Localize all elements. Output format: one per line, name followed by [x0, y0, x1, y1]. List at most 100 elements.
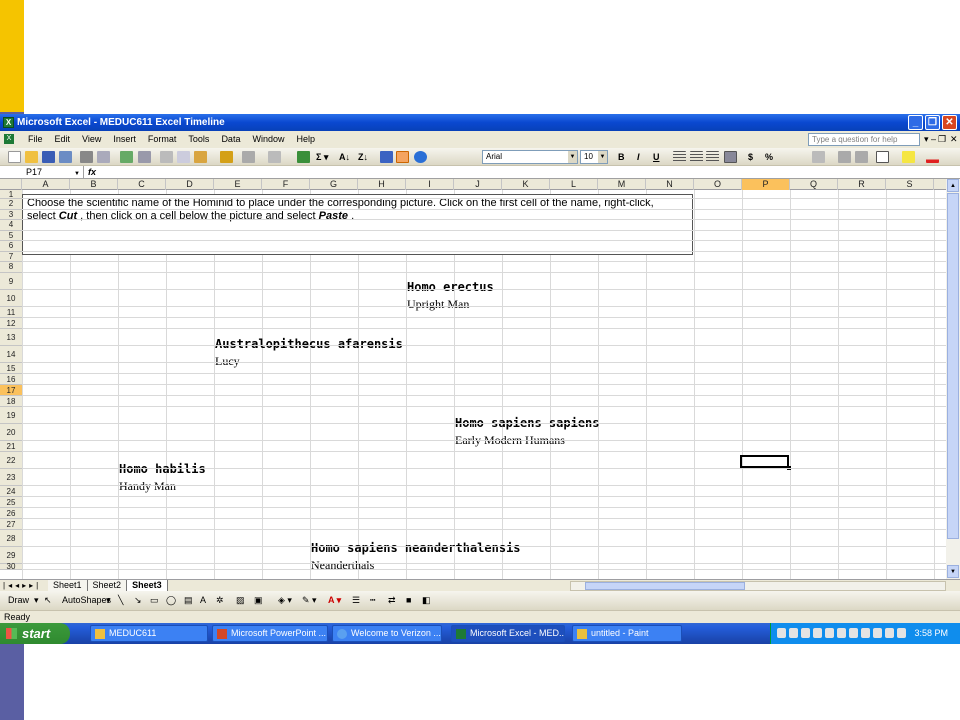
row-header-2[interactable]: 2: [0, 199, 22, 210]
scroll-down-icon[interactable]: ▼: [947, 565, 959, 578]
redo-icon[interactable]: [268, 151, 281, 163]
menu-data[interactable]: Data: [215, 131, 246, 148]
row-header-29[interactable]: 29: [0, 547, 22, 564]
menu-tools[interactable]: Tools: [182, 131, 215, 148]
menu-insert[interactable]: Insert: [107, 131, 142, 148]
task-powerpoint[interactable]: Microsoft PowerPoint ...: [212, 625, 328, 642]
print-preview-icon[interactable]: [97, 151, 110, 163]
column-header-r[interactable]: R: [838, 179, 886, 190]
column-header-j[interactable]: J: [454, 179, 502, 190]
column-header-m[interactable]: M: [598, 179, 646, 190]
restore-button[interactable]: ❐: [925, 115, 940, 130]
task-paint[interactable]: untitled - Paint: [572, 625, 682, 642]
task-browser[interactable]: Welcome to Verizon ...: [332, 625, 442, 642]
tab-sheet1[interactable]: Sheet1: [48, 580, 88, 591]
row-header-4[interactable]: 4: [0, 220, 22, 231]
hominid-name-neanderthalensis[interactable]: Homo sapiens neanderthalensis: [311, 541, 521, 555]
vertical-scroll-thumb[interactable]: [947, 193, 959, 539]
autosum-icon[interactable]: Σ ▾: [316, 150, 328, 164]
horizontal-scrollbar[interactable]: [570, 581, 946, 591]
row-header-22[interactable]: 22: [0, 452, 22, 469]
align-right-icon[interactable]: [706, 151, 719, 163]
task-excel[interactable]: Microsoft Excel - MED...: [451, 625, 565, 642]
diagram-icon[interactable]: ✲: [216, 591, 224, 610]
drawing-toggle-icon[interactable]: [396, 151, 409, 163]
row-header-21[interactable]: 21: [0, 441, 22, 452]
row-header-12[interactable]: 12: [0, 318, 22, 329]
autoshapes-menu[interactable]: AutoShapes: [62, 591, 111, 610]
textbox-icon[interactable]: ▤: [184, 591, 193, 610]
fill-color-icon[interactable]: [902, 151, 915, 163]
copy-icon[interactable]: [177, 151, 190, 163]
print-icon[interactable]: [80, 151, 93, 163]
column-header-i[interactable]: I: [406, 179, 454, 190]
dash-style-icon[interactable]: ┅: [370, 591, 375, 610]
column-header-f[interactable]: F: [262, 179, 310, 190]
column-header-q[interactable]: Q: [790, 179, 838, 190]
column-header-h[interactable]: H: [358, 179, 406, 190]
column-header-o[interactable]: O: [694, 179, 742, 190]
sort-ascending-icon[interactable]: A↓: [339, 150, 350, 164]
name-box[interactable]: P17 ▼: [0, 166, 84, 179]
decrease-indent-icon[interactable]: [838, 151, 851, 163]
spelling-icon[interactable]: [120, 151, 133, 163]
start-button[interactable]: start: [0, 623, 70, 644]
line-color-icon[interactable]: ✎ ▾: [302, 591, 317, 610]
chart-wizard-icon[interactable]: [380, 151, 393, 163]
column-header-s[interactable]: S: [886, 179, 934, 190]
undo-icon[interactable]: [242, 151, 255, 163]
row-header-8[interactable]: 8: [0, 262, 22, 273]
open-icon[interactable]: [25, 151, 38, 163]
borders-icon[interactable]: [876, 151, 889, 163]
tab-sheet3[interactable]: Sheet3: [127, 580, 168, 591]
italic-button[interactable]: I: [637, 150, 640, 164]
active-cell[interactable]: [740, 455, 791, 470]
hominid-name-habilis[interactable]: Homo habilis: [119, 462, 206, 476]
rectangle-icon[interactable]: ▭: [150, 591, 159, 610]
font-color-icon[interactable]: [926, 151, 939, 163]
row-header-14[interactable]: 14: [0, 346, 22, 363]
row-header-25[interactable]: 25: [0, 497, 22, 508]
scroll-up-icon[interactable]: ▲: [947, 179, 959, 192]
line-icon[interactable]: ╲: [118, 591, 123, 610]
column-header-g[interactable]: G: [310, 179, 358, 190]
row-header-26[interactable]: 26: [0, 508, 22, 519]
column-header-n[interactable]: N: [646, 179, 694, 190]
align-left-icon[interactable]: [673, 151, 686, 163]
row-header-3[interactable]: 3: [0, 210, 22, 220]
vertical-scrollbar[interactable]: ▲ ▼: [946, 179, 960, 579]
row-header-7[interactable]: 7: [0, 252, 22, 262]
sort-descending-icon[interactable]: Z↓: [358, 150, 368, 164]
column-header-e[interactable]: E: [214, 179, 262, 190]
row-header-6[interactable]: 6: [0, 241, 22, 252]
draw-menu[interactable]: Draw: [8, 591, 29, 610]
row-header-1[interactable]: 1: [0, 190, 22, 199]
horizontal-scroll-thumb[interactable]: [585, 582, 745, 590]
increase-decimal-icon[interactable]: [812, 151, 825, 163]
row-header-23[interactable]: 23: [0, 469, 22, 486]
help-icon[interactable]: [414, 151, 427, 163]
row-header-13[interactable]: 13: [0, 329, 22, 346]
task-meduc611[interactable]: MEDUC611: [90, 625, 208, 642]
fill-color-draw-icon[interactable]: ◈ ▾: [278, 591, 292, 610]
wordart-icon[interactable]: A: [200, 591, 206, 610]
line-style-icon[interactable]: ☰: [352, 591, 360, 610]
select-objects-icon[interactable]: ↖: [44, 591, 52, 610]
clipart-icon[interactable]: ▨: [236, 591, 245, 610]
menu-help[interactable]: Help: [290, 131, 321, 148]
column-header-b[interactable]: B: [70, 179, 118, 190]
hominid-name-erectus[interactable]: Homo erectus: [407, 280, 494, 294]
doc-restore-icon[interactable]: ❐: [938, 131, 946, 148]
format-painter-icon[interactable]: [220, 151, 233, 163]
tab-sheet2[interactable]: Sheet2: [87, 580, 128, 591]
row-header-15[interactable]: 15: [0, 363, 22, 374]
arrow-icon[interactable]: ↘: [134, 591, 142, 610]
hyperlink-icon[interactable]: [297, 151, 310, 163]
help-search-input[interactable]: Type a question for help: [808, 133, 920, 146]
row-header-5[interactable]: 5: [0, 231, 22, 241]
column-header-p[interactable]: P: [742, 179, 790, 190]
bold-button[interactable]: B: [618, 150, 625, 164]
row-header-19[interactable]: 19: [0, 407, 22, 424]
column-header-c[interactable]: C: [118, 179, 166, 190]
menu-view[interactable]: View: [76, 131, 107, 148]
